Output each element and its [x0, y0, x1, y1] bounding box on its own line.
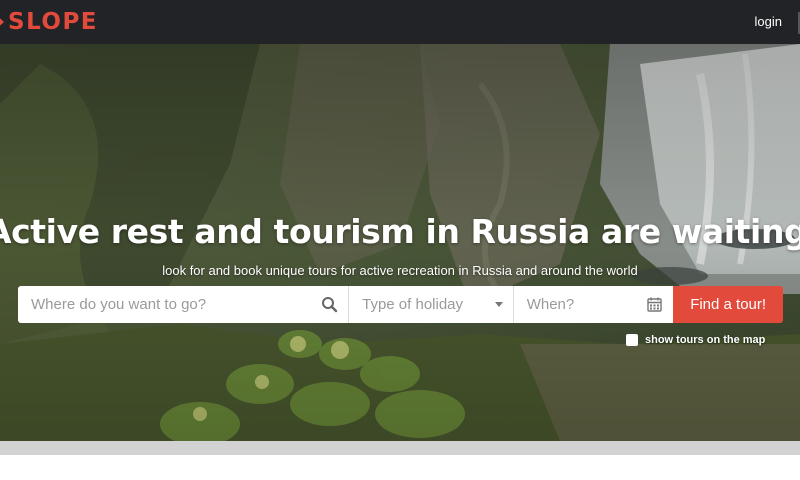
section-divider-band: [0, 441, 800, 455]
map-toggle-label: show tours on the map: [645, 334, 766, 346]
find-tour-button[interactable]: Find a tour!: [673, 286, 783, 323]
tour-search-form: Type of holiday Find a tour!: [18, 286, 783, 323]
login-link[interactable]: login: [755, 14, 782, 29]
destination-field: [18, 286, 350, 323]
chevron-down-icon: [494, 302, 503, 307]
hero-section: Active rest and tourism in Russia are wa…: [0, 44, 800, 441]
date-field: [513, 286, 674, 323]
logo-mark-icon: [0, 18, 4, 26]
top-navbar: SLOPE login: [0, 0, 800, 44]
search-icon[interactable]: [321, 296, 338, 313]
hero-title: Active rest and tourism in Russia are wa…: [0, 212, 800, 251]
holiday-type-placeholder: Type of holiday: [362, 296, 464, 313]
brand-logo[interactable]: SLOPE: [0, 8, 98, 36]
show-on-map-toggle[interactable]: show tours on the map: [626, 334, 765, 346]
destination-input[interactable]: [18, 286, 349, 323]
calendar-icon[interactable]: [646, 296, 663, 313]
content-area: [0, 455, 800, 480]
map-checkbox[interactable]: [626, 334, 638, 346]
brand-name: SLOPE: [8, 9, 99, 35]
holiday-type-select[interactable]: Type of holiday: [349, 286, 514, 323]
hero-subtitle: look for and book unique tours for activ…: [162, 263, 638, 278]
